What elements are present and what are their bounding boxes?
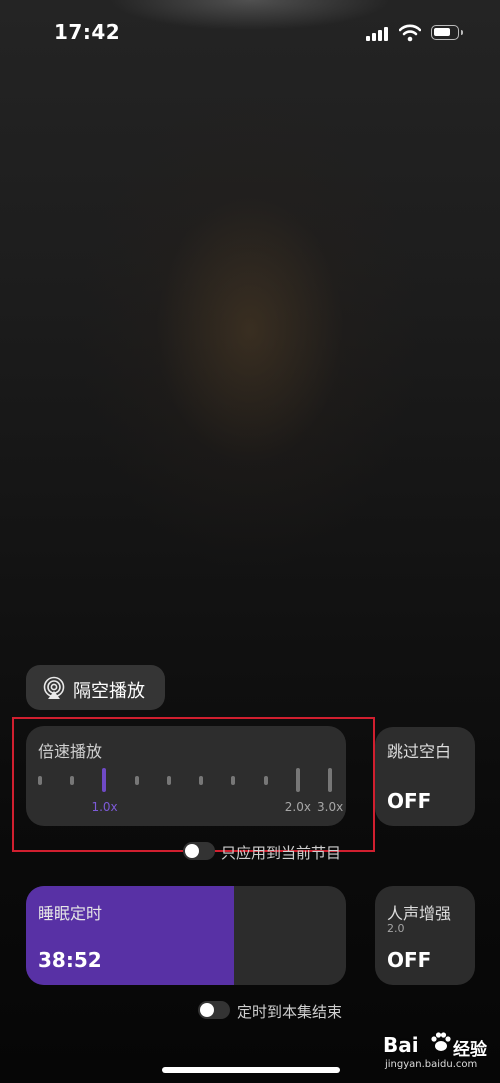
apply-current-label: 只应用到当前节目: [221, 844, 342, 862]
baidu-jingyan-watermark: Bai 经验 jingyan.baidu.com: [383, 1027, 495, 1079]
paw-icon: [431, 1032, 451, 1051]
cellular-signal-icon: [366, 27, 390, 41]
skip-silence-card[interactable]: 跳过空白 OFF: [375, 727, 475, 826]
highlight-frame: [12, 717, 375, 852]
status-time: 17:42: [54, 20, 121, 44]
end-of-episode-label: 定时到本集结束: [237, 1003, 343, 1021]
airplay-icon: [43, 676, 65, 699]
sleep-timer-card[interactable]: 睡眠定时 38:52: [26, 886, 346, 985]
voice-boost-version: 2.0: [387, 922, 405, 935]
voice-boost-state: OFF: [387, 948, 432, 972]
toggle-knob: [200, 1003, 214, 1017]
skip-silence-title: 跳过空白: [387, 742, 452, 761]
skip-silence-state: OFF: [387, 789, 432, 813]
watermark-url: jingyan.baidu.com: [385, 1059, 478, 1070]
apply-current-toggle[interactable]: [183, 842, 215, 860]
battery-icon: [431, 25, 463, 40]
status-bar: 17:42: [0, 0, 500, 66]
sleep-timer-remaining: 38:52: [38, 948, 102, 972]
watermark-sub: 经验: [453, 1040, 487, 1060]
airplay-label: 隔空播放: [73, 681, 145, 702]
battery-level: [434, 28, 450, 36]
voice-boost-card[interactable]: 人声增强 2.0 OFF: [375, 886, 475, 985]
home-indicator: [162, 1067, 340, 1073]
watermark-brand: Bai: [383, 1033, 419, 1057]
sleep-timer-title: 睡眠定时: [38, 904, 103, 923]
wifi-icon: [399, 24, 421, 42]
airplay-button[interactable]: 隔空播放: [26, 665, 165, 710]
voice-boost-title: 人声增强: [387, 904, 452, 923]
end-of-episode-toggle[interactable]: [198, 1001, 230, 1019]
toggle-knob: [185, 844, 199, 858]
